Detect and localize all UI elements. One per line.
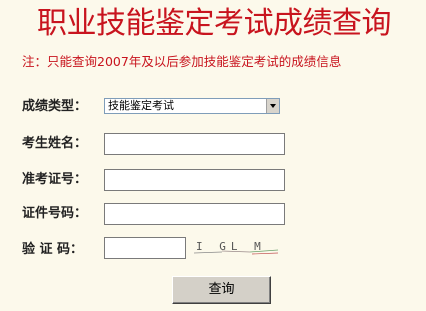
candidate-name-label: 考生姓名： — [22, 136, 88, 151]
id-number-label: 证件号码： — [22, 206, 88, 221]
page-title: 职业技能鉴定考试成绩查询 — [37, 6, 392, 41]
captcha-label: 验 证 码： — [22, 242, 84, 257]
ticket-number-label: 准考证号： — [22, 172, 88, 187]
notice-text: 注：只能查询2007年及以后参加技能鉴定考试的成绩信息 — [22, 54, 342, 69]
score-type-label: 成绩类型： — [22, 99, 88, 114]
captcha-input[interactable] — [104, 237, 186, 259]
ticket-number-input[interactable] — [104, 169, 285, 191]
chevron-down-icon[interactable] — [266, 99, 279, 113]
captcha-image[interactable]: I GL M — [192, 238, 280, 260]
candidate-name-input[interactable] — [104, 133, 285, 155]
score-type-select[interactable]: 技能鉴定考试 — [104, 98, 280, 114]
query-button[interactable]: 查询 — [172, 276, 271, 304]
captcha-text: I GL M — [196, 240, 266, 253]
score-type-value: 技能鉴定考试 — [108, 99, 174, 112]
id-number-input[interactable] — [104, 203, 285, 225]
